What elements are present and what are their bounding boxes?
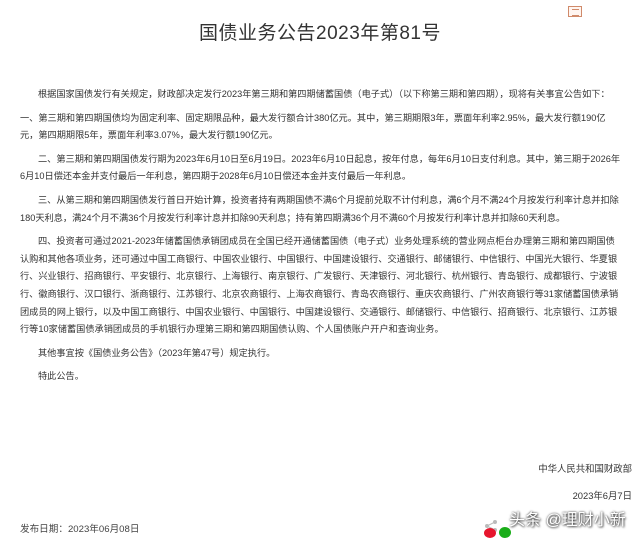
closing-paragraph: 特此公告。 bbox=[38, 371, 84, 382]
watermark: 头条 @理财小新 bbox=[509, 512, 626, 529]
release-date: 发布日期：2023年06月08日 bbox=[20, 521, 139, 535]
paragraph-1: 一、第三期和第四期国债均为固定利率、固定期限品种，最大发行额合计380亿元。其中… bbox=[20, 112, 606, 141]
paragraph-2: 二、第三期和第四期国债发行期为2023年6月10日至6月19日。2023年6月1… bbox=[20, 153, 621, 182]
print-icon[interactable] bbox=[568, 6, 582, 17]
paragraph-3: 三、从第三期和第四期国债发行首日开始计算，投资者持有两期国债不满6个月提前兑取不… bbox=[20, 194, 619, 223]
announcement-body: 根据国家国债发行有关规定，财政部决定发行2023年第三期和第四期储蓄国债（电子式… bbox=[20, 86, 620, 392]
weibo-icon[interactable] bbox=[484, 528, 496, 538]
page-title: 国债业务公告2023年第81号 bbox=[199, 23, 441, 44]
intro-paragraph: 根据国家国债发行有关规定，财政部决定发行2023年第三期和第四期储蓄国债（电子式… bbox=[38, 89, 610, 99]
paragraph-other: 其他事宜按《国债业务公告》（2023年第47号）规定执行。 bbox=[38, 347, 276, 358]
signature-date: 2023年6月7日 bbox=[572, 490, 632, 501]
signature-org: 中华人民共和国财政部 bbox=[538, 463, 632, 474]
paragraph-4: 四、投资者可通过2021-2023年储蓄国债承销团成员在全国已经开通储蓄国债（电… bbox=[20, 236, 619, 335]
release-label: 发布日期： bbox=[20, 524, 68, 535]
release-value: 2023年06月08日 bbox=[67, 524, 140, 535]
